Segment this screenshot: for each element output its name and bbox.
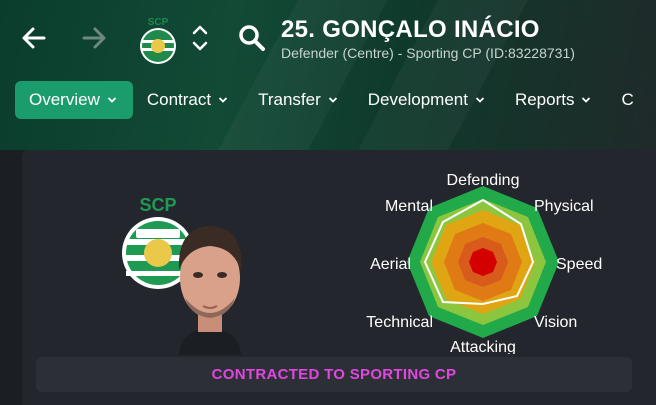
radar-label-aerial: Aerial (370, 256, 411, 273)
radar-ring (469, 248, 497, 276)
radar-label-defending: Defending (447, 172, 520, 189)
tab-contract[interactable]: Contract (133, 81, 244, 119)
tab-bar: Overview Contract Transfer Development R… (15, 81, 634, 119)
forward-button[interactable] (76, 20, 112, 56)
radar-label-mental: Mental (385, 198, 433, 215)
attribute-radar-chart: Defending Physical Speed Vision Attackin… (366, 172, 602, 354)
tab-overview[interactable]: Overview (15, 81, 133, 119)
svg-text:SCP: SCP (148, 17, 169, 28)
player-title: 25. GONÇALO INÁCIO (281, 16, 540, 43)
radar-label-vision: Vision (534, 314, 577, 331)
chevron-down-icon (475, 97, 485, 103)
tab-label: Contract (146, 90, 212, 109)
player-subtitle: Defender (Centre) - Sporting CP (ID:8322… (281, 45, 575, 61)
chevron-down-icon (328, 97, 337, 103)
chevron-down-icon (582, 97, 591, 103)
radar-label-technical: Technical (366, 314, 433, 331)
contract-status-text: CONTRACTED TO SPORTING CP (211, 366, 457, 383)
radar-label-attacking: Attacking (450, 339, 516, 354)
tab-more[interactable]: C (607, 81, 633, 119)
club-crest-icon[interactable]: SCP (136, 15, 180, 67)
tab-development[interactable]: Development (354, 81, 501, 119)
tab-reports[interactable]: Reports (501, 81, 608, 119)
updown-chevron-icon[interactable] (190, 22, 210, 54)
back-button[interactable] (16, 20, 52, 56)
player-portrait (178, 226, 242, 355)
tab-label: C (621, 90, 634, 109)
tab-label: Overview (29, 90, 100, 109)
chevron-down-icon (107, 97, 116, 103)
contract-status-banner: CONTRACTED TO SPORTING CP (36, 357, 632, 392)
chevron-down-icon (218, 97, 228, 103)
tab-label: Development (367, 90, 468, 109)
tab-label: Transfer (258, 90, 321, 109)
arrow-left-icon (22, 27, 46, 49)
radar-label-speed: Speed (556, 256, 602, 273)
svg-text:SCP: SCP (139, 195, 176, 215)
tab-label: Reports (514, 90, 575, 109)
magnifier-icon[interactable] (236, 22, 268, 54)
radar-label-physical: Physical (534, 198, 594, 215)
tab-transfer[interactable]: Transfer (244, 81, 354, 119)
arrow-right-icon (82, 27, 106, 49)
